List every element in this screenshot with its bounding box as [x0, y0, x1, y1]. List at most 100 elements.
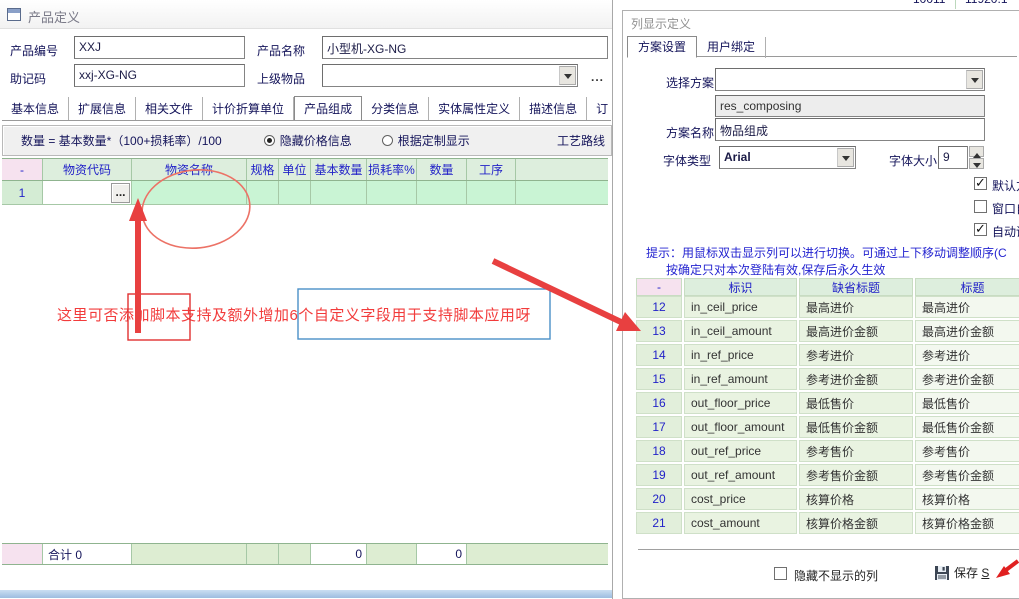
row-default-title: 核算价格 [799, 488, 913, 510]
tab-classification[interactable]: 分类信息 [362, 97, 429, 121]
row-default-title: 核算价格金额 [799, 512, 913, 534]
column-row-20[interactable]: 20 cost_price 核算价格 核算价格 [636, 488, 1019, 510]
grid-header-material-name[interactable]: 物资名称 [132, 159, 247, 180]
font-size-label: 字体大小 [889, 152, 937, 169]
chevron-down-icon[interactable] [559, 66, 576, 85]
grid-header-spec[interactable]: 规格 [247, 159, 279, 180]
column-row-12[interactable]: 12 in_ceil_price 最高进价 最高进价 [636, 296, 1019, 318]
chevron-down-icon[interactable] [966, 70, 983, 89]
divider [638, 549, 1019, 551]
spinner-up-icon[interactable] [969, 146, 984, 157]
column-row-15[interactable]: 15 in_ref_amount 参考进价金额 参考进价金额 [636, 368, 1019, 390]
spec-cell[interactable] [247, 181, 279, 204]
column-row-13[interactable]: 13 in_ceil_amount 最高进价金额 最高进价金额 [636, 320, 1019, 342]
loss-rate-cell[interactable] [367, 181, 417, 204]
process-route-label[interactable]: 工艺路线 [557, 132, 605, 149]
checkbox-hide-columns[interactable] [774, 567, 787, 580]
row-default-title: 参考进价 [799, 344, 913, 366]
tab-product-composition[interactable]: 产品组成 [294, 96, 362, 121]
product-name-input[interactable]: 小型机-XG-NG [322, 36, 608, 59]
lookup-button[interactable]: ... [111, 183, 130, 203]
font-type-combobox[interactable]: Arial [719, 146, 856, 169]
check-icon: ✓ [975, 221, 986, 237]
scheme-name-label: 方案名称 [666, 124, 714, 141]
row-title: 参考售价 [915, 440, 1019, 462]
material-name-cell[interactable] [132, 181, 247, 204]
row-code: in_ref_amount [684, 368, 797, 390]
row-id: 20 [636, 488, 682, 510]
browse-parent-button[interactable]: ... [591, 70, 604, 84]
title-bar[interactable]: 产品定义 [0, 0, 612, 29]
column-row-14[interactable]: 14 in_ref_price 参考进价 参考进价 [636, 344, 1019, 366]
tab-order-clipped[interactable]: 订 [587, 97, 611, 121]
col-header-code[interactable]: 标识 [684, 278, 797, 296]
mnemonic-input[interactable]: xxj-XG-NG [74, 64, 245, 87]
composition-toolbar: 数量 = 基本数量*（100+损耗率）/100 隐藏价格信息 根据定制显示 工艺… [2, 125, 612, 156]
grid-header-base-qty[interactable]: 基本数量 [311, 159, 367, 180]
background-grid-fragment: 10011 11920.1 [905, 0, 1019, 9]
col-header-marker[interactable]: - [636, 278, 682, 296]
scheme-name-input[interactable]: 物品组成 [715, 118, 985, 141]
tab-user-binding[interactable]: 用户绑定 [697, 37, 766, 58]
column-row-18[interactable]: 18 out_ref_price 参考售价 参考售价 [636, 440, 1019, 462]
radio-hide-price[interactable]: 隐藏价格信息 [264, 132, 352, 149]
font-size-input[interactable]: 9 [938, 146, 968, 169]
floppy-disk-icon [934, 565, 950, 581]
screen: 10011 11920.1 产品定义 产品编号 XXJ 产品名称 小型机-XG-… [0, 0, 1019, 599]
parent-item-combobox[interactable] [322, 64, 578, 87]
radio-custom-display[interactable]: 根据定制显示 [382, 132, 470, 149]
tab-entity-attributes[interactable]: 实体属性定义 [429, 97, 520, 121]
row-id: 12 [636, 296, 682, 318]
row-code: out_ref_price [684, 440, 797, 462]
column-row-16[interactable]: 16 out_floor_price 最低售价 最低售价 [636, 392, 1019, 414]
tab-scheme-settings[interactable]: 方案设置 [627, 36, 697, 58]
grid-header-qty[interactable]: 数量 [417, 159, 467, 180]
tab-extended-info[interactable]: 扩展信息 [69, 97, 136, 121]
grid-header-marker[interactable]: - [2, 159, 43, 180]
base-qty-cell[interactable] [311, 181, 367, 204]
row-number-cell[interactable]: 1 [2, 181, 43, 204]
unit-cell[interactable] [279, 181, 311, 204]
tab-description[interactable]: 描述信息 [520, 97, 587, 121]
row-title: 最高进价 [915, 296, 1019, 318]
row-title: 最高进价金额 [915, 320, 1019, 342]
checkbox-window-auto[interactable] [974, 200, 987, 213]
column-display-dialog: 列显示定义 方案设置用户绑定 选择方案 res_composing 方案名称 物… [622, 10, 1019, 599]
material-code-cell[interactable]: ... [43, 181, 132, 204]
annotation-note-text: 这里可否添加脚本支持及额外增加6个自定义字段用于支持脚本应用呀 [57, 304, 531, 325]
save-button[interactable]: 保存 S [934, 564, 989, 581]
col-header-default-title[interactable]: 缺省标题 [799, 278, 913, 296]
checkbox-default-scheme[interactable]: ✓ [974, 177, 987, 190]
checkbox-auto-adjust[interactable]: ✓ [974, 223, 987, 236]
tab-pricing-units[interactable]: 计价折算单位 [203, 97, 294, 121]
row-code: in_ceil_price [684, 296, 797, 318]
summary-total-label: 合计 0 [43, 544, 132, 564]
row-default-title: 参考进价金额 [799, 368, 913, 390]
tab-related-files[interactable]: 相关文件 [136, 97, 203, 121]
grid-header-loss-rate[interactable]: 损耗率% [367, 159, 417, 180]
parent-item-label: 上级物品 [257, 70, 305, 87]
qty-cell[interactable] [417, 181, 467, 204]
spinner-down-icon[interactable] [969, 158, 984, 169]
col-header-title[interactable]: 标题 [915, 278, 1019, 296]
checkbox-default-scheme-label: 默认方 [992, 177, 1019, 194]
scheme-select-combobox[interactable] [715, 68, 985, 91]
column-row-21[interactable]: 21 cost_amount 核算价格金额 核算价格金额 [636, 512, 1019, 534]
row-title: 参考进价金额 [915, 368, 1019, 390]
summary-cell [467, 544, 608, 564]
row-default-title: 参考售价金额 [799, 464, 913, 486]
product-code-input[interactable]: XXJ [74, 36, 245, 59]
font-size-stepper[interactable] [969, 146, 984, 169]
window-bottom-border [0, 590, 612, 598]
chevron-down-icon[interactable] [837, 148, 854, 167]
grid-row-1[interactable]: 1 ... [2, 181, 608, 205]
dialog-title: 列显示定义 [631, 15, 691, 32]
process-cell[interactable] [467, 181, 516, 204]
grid-header-unit[interactable]: 单位 [279, 159, 311, 180]
column-row-17[interactable]: 17 out_floor_amount 最低售价金额 最低售价金额 [636, 416, 1019, 438]
grid-header-material-code[interactable]: 物资代码 [43, 159, 132, 180]
radio-icon [382, 135, 393, 146]
tab-basic-info[interactable]: 基本信息 [2, 97, 69, 121]
grid-header-process[interactable]: 工序 [467, 159, 516, 180]
column-row-19[interactable]: 19 out_ref_amount 参考售价金额 参考售价金额 [636, 464, 1019, 486]
